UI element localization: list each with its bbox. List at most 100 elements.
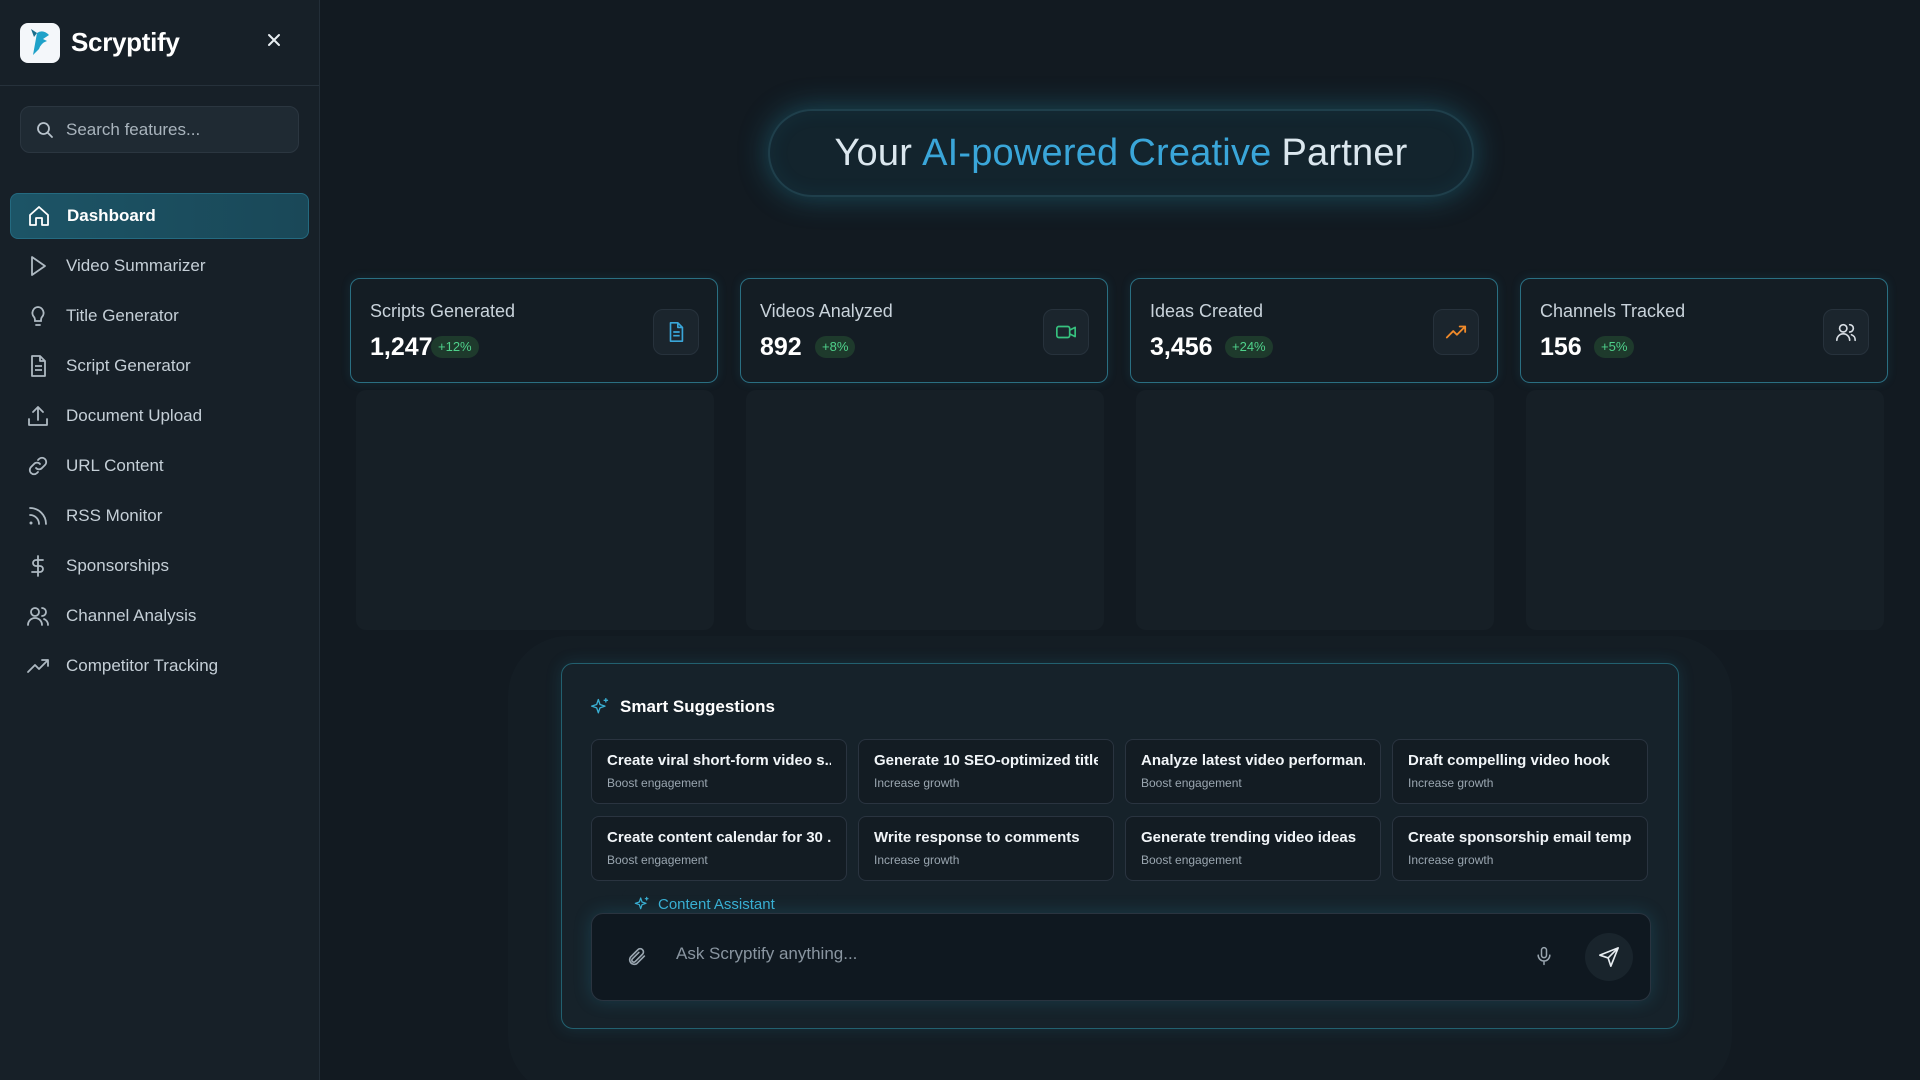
- sidebar-item-label: Sponsorships: [66, 556, 170, 575]
- suggestion-subtitle: Boost engagement: [1141, 853, 1242, 867]
- suggestion-chip[interactable]: Create content calendar for 30 ... Boost…: [591, 816, 847, 881]
- sidebar-item-label: Dashboard: [67, 206, 156, 225]
- search-icon: [37, 121, 53, 138]
- stat-title: Channels Tracked: [1540, 301, 1686, 321]
- video-icon: [1043, 309, 1089, 355]
- sidebar-item-competitor-tracking[interactable]: Competitor Tracking: [10, 643, 309, 689]
- sparkles-icon: [591, 698, 609, 714]
- stat-delta-badge: +12%: [431, 336, 479, 358]
- chat-input[interactable]: [676, 944, 1476, 964]
- sparkles-icon: [634, 896, 649, 910]
- sidebar-item-label: RSS Monitor: [66, 506, 163, 525]
- sidebar-item-label: Script Generator: [66, 356, 191, 375]
- suggestion-title: Create viral short-form video s...: [607, 752, 831, 769]
- placeholder-panel: [1526, 390, 1884, 630]
- send-button[interactable]: [1585, 933, 1633, 981]
- stat-title: Ideas Created: [1150, 301, 1264, 321]
- sidebar-item-label: Video Summarizer: [66, 256, 206, 275]
- send-icon: [1599, 947, 1619, 967]
- dollar-icon: [31, 555, 44, 577]
- assistant-label: Content Assistant: [658, 895, 775, 913]
- main-content: Your AI-powered Creative Partner Scripts…: [320, 0, 1920, 1080]
- trending-up-icon: [27, 659, 49, 673]
- suggestion-chip[interactable]: Generate trending video ideas Boost enga…: [1125, 816, 1381, 881]
- hero-text-3: Creative: [1128, 131, 1272, 174]
- suggestions-header: Smart Suggestions: [590, 697, 775, 717]
- hero-text-4: Partner: [1281, 131, 1408, 174]
- document-icon: [653, 309, 699, 355]
- suggestion-subtitle: Increase growth: [1408, 853, 1494, 867]
- home-icon: [29, 206, 49, 226]
- stat-card-ideas[interactable]: Ideas Created 3,456 +24%: [1130, 278, 1498, 383]
- sidebar-item-sponsorships[interactable]: Sponsorships: [10, 543, 309, 589]
- suggestion-chip[interactable]: Create sponsorship email temp... Increas…: [1392, 816, 1648, 881]
- suggestion-title: Draft compelling video hook: [1408, 752, 1610, 769]
- sidebar-nav: Dashboard Video Summarizer Title Generat…: [10, 193, 309, 693]
- stat-title: Scripts Generated: [370, 301, 516, 321]
- suggestion-title: Write response to comments: [874, 829, 1080, 846]
- sidebar-item-url-content[interactable]: URL Content: [10, 443, 309, 489]
- sidebar-item-script-generator[interactable]: Script Generator: [10, 343, 309, 389]
- search-input[interactable]: [66, 119, 286, 140]
- trending-up-icon: [1433, 309, 1479, 355]
- stat-card-videos[interactable]: Videos Analyzed 892 +8%: [740, 278, 1108, 383]
- placeholder-panel: [746, 390, 1104, 630]
- sidebar-item-channel-analysis[interactable]: Channel Analysis: [10, 593, 309, 639]
- lightbulb-icon: [31, 306, 45, 326]
- suggestion-subtitle: Increase growth: [874, 853, 960, 867]
- stat-value: 892: [760, 333, 802, 361]
- suggestion-title: Create sponsorship email temp...: [1408, 829, 1632, 846]
- suggestion-subtitle: Boost engagement: [1141, 776, 1242, 790]
- sidebar-item-label: Title Generator: [66, 306, 179, 325]
- sidebar-item-label: Competitor Tracking: [66, 656, 219, 675]
- stat-value: 156: [1540, 333, 1582, 361]
- rss-icon: [29, 507, 47, 525]
- sidebar-item-label: URL Content: [66, 456, 164, 475]
- suggestion-subtitle: Boost engagement: [607, 853, 708, 867]
- suggestion-subtitle: Increase growth: [1408, 776, 1494, 790]
- close-sidebar-button[interactable]: [264, 30, 284, 50]
- document-icon: [31, 355, 46, 377]
- app-name: Scryptify: [71, 27, 180, 57]
- placeholder-panel: [356, 390, 714, 630]
- microphone-icon: [1537, 946, 1551, 966]
- users-icon: [1823, 309, 1869, 355]
- sidebar-item-dashboard[interactable]: Dashboard: [10, 193, 309, 239]
- suggestion-chip[interactable]: Analyze latest video performan... Boost …: [1125, 739, 1381, 804]
- stat-card-scripts[interactable]: Scripts Generated 1,247 +12%: [350, 278, 718, 383]
- suggestion-chip[interactable]: Generate 10 SEO-optimized titles Increas…: [858, 739, 1114, 804]
- suggestion-chip[interactable]: Create viral short-form video s... Boost…: [591, 739, 847, 804]
- attach-button[interactable]: [626, 946, 648, 973]
- suggestion-title: Generate trending video ideas: [1141, 829, 1357, 846]
- sidebar-item-document-upload[interactable]: Document Upload: [10, 393, 309, 439]
- placeholder-panel: [1136, 390, 1494, 630]
- voice-input-button[interactable]: [1534, 945, 1554, 972]
- suggestions-title: Smart Suggestions: [620, 697, 775, 716]
- smart-suggestions-panel: Smart Suggestions Create viral short-for…: [561, 663, 1679, 1029]
- suggestion-chip[interactable]: Draft compelling video hook Increase gro…: [1392, 739, 1648, 804]
- sidebar: Scryptify Dashboard Video Summarizer Tit…: [0, 0, 320, 1080]
- hero-banner: Your AI-powered Creative Partner: [768, 109, 1474, 197]
- chat-composer: [591, 913, 1651, 1001]
- play-icon: [31, 256, 46, 276]
- sidebar-item-label: Channel Analysis: [66, 606, 197, 625]
- stat-value: 1,247: [370, 333, 433, 361]
- sidebar-item-video-summarizer[interactable]: Video Summarizer: [10, 243, 309, 289]
- sidebar-item-title-generator[interactable]: Title Generator: [10, 293, 309, 339]
- suggestion-chip[interactable]: Write response to comments Increase grow…: [858, 816, 1114, 881]
- upload-icon: [28, 406, 48, 426]
- close-icon: [268, 34, 280, 46]
- stat-delta-badge: +8%: [815, 336, 856, 358]
- sidebar-item-rss-monitor[interactable]: RSS Monitor: [10, 493, 309, 539]
- logo-icon: [20, 22, 60, 63]
- feature-search[interactable]: [20, 106, 299, 153]
- sidebar-item-label: Document Upload: [66, 406, 203, 425]
- suggestion-title: Analyze latest video performan...: [1141, 752, 1365, 769]
- link-icon: [28, 456, 48, 476]
- hero-text-2: AI-powered: [922, 131, 1119, 174]
- stat-card-channels[interactable]: Channels Tracked 156 +5%: [1520, 278, 1888, 383]
- stat-delta-badge: +24%: [1225, 336, 1273, 358]
- users-icon: [27, 607, 49, 626]
- suggestion-title: Create content calendar for 30 ...: [607, 829, 831, 846]
- suggestion-subtitle: Boost engagement: [607, 776, 708, 790]
